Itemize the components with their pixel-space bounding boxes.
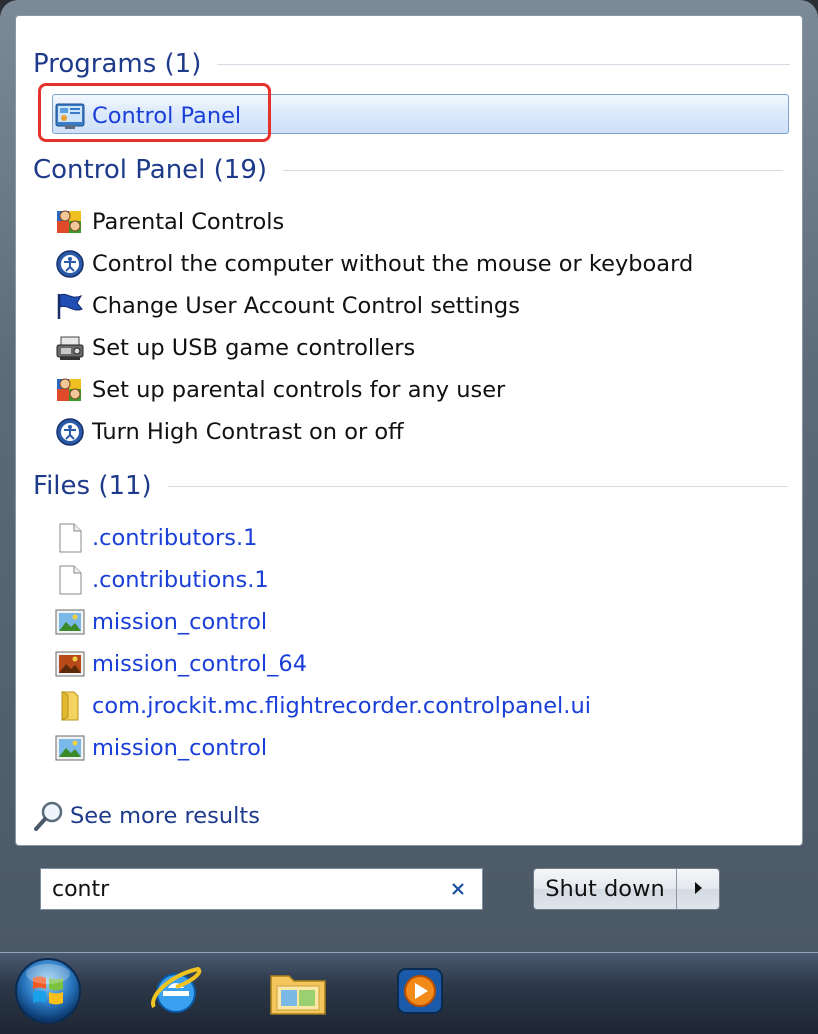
ease-of-access-icon [54,248,86,280]
control-panel-result[interactable]: Set up parental controls for any user [54,372,505,408]
start-button[interactable] [12,957,84,1029]
ease-of-access-icon [54,416,86,448]
shutdown-label: Shut down [545,876,665,902]
control-panel-result[interactable]: Control the computer without the mouse o… [54,246,693,282]
search-input[interactable] [41,870,444,908]
programs-header-label: Programs (1) [33,49,202,79]
search-icon [32,799,66,833]
section-divider [283,169,784,171]
result-label: Set up parental controls for any user [92,377,506,403]
control-panel-result[interactable]: Parental Controls [54,204,284,240]
result-label: Turn High Contrast on or off [92,419,404,445]
result-label: Change User Account Control settings [92,293,520,319]
taskbar-windows-explorer[interactable] [262,957,334,1029]
file-result[interactable]: mission_control_64 [54,646,307,682]
taskbar [0,952,818,1034]
file-label: mission_control [92,735,268,761]
file-label: mission_control [92,609,268,635]
windows-start-orb-icon [13,956,83,1030]
shutdown-button-group: Shut down [533,868,720,910]
control-panel-result[interactable]: Change User Account Control settings [54,288,520,324]
file-result[interactable]: com.jrockit.mc.flightrecorder.controlpan… [54,688,591,724]
file-label: .contributions.1 [92,567,269,593]
chevron-right-icon [693,880,703,899]
shutdown-options-button[interactable] [677,869,719,909]
parental-controls-icon [54,374,86,406]
shutdown-button[interactable]: Shut down [534,869,677,909]
control-panel-result[interactable]: Set up USB game controllers [54,330,415,366]
taskbar-internet-explorer[interactable] [140,957,212,1029]
result-label: Parental Controls [92,209,285,235]
parental-controls-icon [54,206,86,238]
file-result[interactable]: .contributors.1 [54,520,257,556]
control-panel-header-label: Control Panel (19) [33,155,268,185]
internet-explorer-icon [146,961,206,1025]
control-panel-header[interactable]: Control Panel (19) [33,153,784,187]
see-more-label: See more results [70,803,260,829]
document-icon [54,564,86,596]
file-result[interactable]: .contributions.1 [54,562,269,598]
annotation-highlight-box [38,83,271,142]
file-result[interactable]: mission_control [54,604,267,640]
control-panel-result[interactable]: Turn High Contrast on or off [54,414,404,450]
section-divider [217,63,791,65]
search-box[interactable] [40,868,483,910]
file-result[interactable]: mission_control [54,730,267,766]
clear-icon[interactable] [444,875,472,903]
uac-flag-icon [54,290,86,322]
result-label: Set up USB game controllers [92,335,416,361]
windows-explorer-folder-icon [267,962,329,1024]
section-divider [167,485,788,487]
file-label: com.jrockit.mc.flightrecorder.controlpan… [92,693,591,719]
document-icon [54,522,86,554]
image-file-icon [54,606,86,638]
files-header[interactable]: Files (11) [33,469,788,503]
see-more-results-link[interactable]: See more results [32,798,260,834]
taskbar-media-player[interactable] [384,957,456,1029]
result-label: Control the computer without the mouse o… [92,251,694,277]
programs-header[interactable]: Programs (1) [33,47,791,81]
files-header-label: Files (11) [33,471,152,501]
image-file-icon [54,648,86,680]
search-results-panel: Programs (1) Control Panel Control Panel… [15,15,803,846]
game-controller-icon [54,332,86,364]
image-file-icon [54,732,86,764]
start-menu: Programs (1) Control Panel Control Panel… [0,0,818,952]
media-player-icon [392,963,448,1023]
file-label: mission_control_64 [92,651,308,677]
file-label: .contributors.1 [92,525,258,551]
folder-icon [54,690,86,722]
